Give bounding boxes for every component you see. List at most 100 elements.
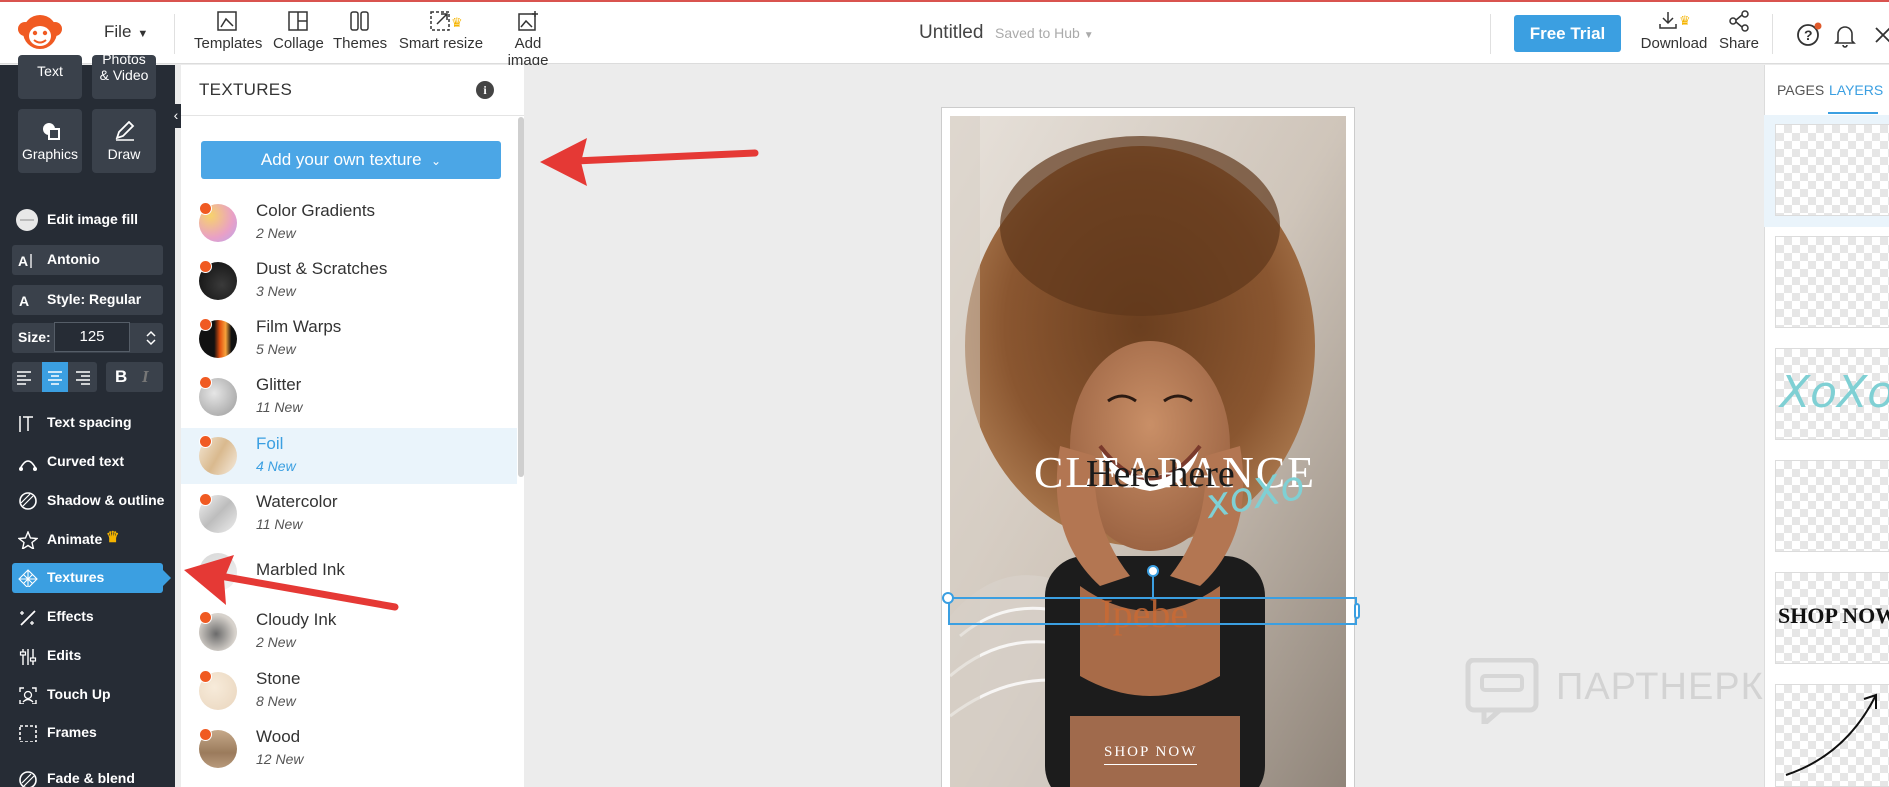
animate-icon (18, 531, 38, 549)
italic-button[interactable]: I (142, 367, 149, 387)
width-handle[interactable] (1354, 603, 1360, 619)
texture-item-wood[interactable]: Wood 12 New (181, 721, 517, 777)
graphics-label: Graphics (21, 146, 79, 162)
sidebar-item-label: Animate (47, 531, 103, 547)
new-badge-dot (199, 670, 212, 683)
texture-new-count: 4 New (256, 458, 296, 474)
texture-name: Color Gradients (256, 201, 376, 220)
size-stepper-icon[interactable] (145, 329, 157, 347)
close-icon[interactable] (1870, 22, 1889, 50)
style-icon: A (19, 293, 29, 309)
texture-item-glitter[interactable]: Glitter 11 New (181, 369, 517, 425)
active-tab-indicator (1828, 112, 1878, 114)
themes-label: Themes (333, 35, 388, 52)
annotation-arrow-icon (540, 138, 759, 186)
sidebar-item-curved-text[interactable]: Curved text (12, 447, 163, 477)
selection-box[interactable] (948, 597, 1357, 625)
texture-item-stone[interactable]: Stone 8 New (181, 663, 517, 719)
crown-icon: ♛ (106, 529, 120, 546)
font-style-label: Style: Regular (47, 291, 142, 307)
chevron-down-icon: ▼ (137, 28, 149, 40)
tab-layers[interactable]: LAYERS (1829, 82, 1883, 98)
sidebar-item-effects[interactable]: Effects (12, 602, 163, 632)
font-size-input[interactable]: 125 (54, 322, 130, 352)
bell-icon[interactable] (1831, 22, 1859, 50)
font-selector[interactable]: A Antonio (12, 245, 163, 275)
smart-resize-button[interactable]: ♛ Smart resize (398, 10, 484, 52)
texture-item-color-gradients[interactable]: Color Gradients 2 New (181, 195, 517, 251)
collage-label: Collage (273, 35, 324, 52)
layer-thumbnail-arrow[interactable] (1775, 684, 1889, 787)
text-format-group: B I (106, 362, 163, 392)
picmonkey-editor: File ▼ Templates Collage Themes ♛ Smart r… (0, 0, 1889, 787)
collage-button[interactable]: Collage (273, 10, 324, 52)
curved-arrow-icon (1785, 693, 1877, 776)
sidebar-item-frames[interactable]: Frames (12, 718, 163, 748)
sidebar-item-animate[interactable]: Animate ♛ (12, 525, 163, 555)
monkey-logo-icon[interactable] (18, 12, 62, 52)
photos-video-tile[interactable]: Photos & Video (92, 51, 156, 99)
shadow-outline-icon (19, 492, 37, 510)
tab-pages[interactable]: PAGES (1777, 82, 1824, 98)
layer-preview-text: XoXo (1780, 367, 1889, 418)
document-title[interactable]: Untitled (919, 22, 983, 44)
layer-thumbnail[interactable] (1775, 236, 1889, 328)
graphics-tile[interactable]: Graphics (18, 109, 82, 173)
alignment-group (12, 362, 97, 392)
add-image-button[interactable]: Add image (493, 10, 563, 69)
templates-button[interactable]: Templates (194, 10, 262, 52)
font-style-selector[interactable]: A Style: Regular (12, 285, 163, 315)
layer-preview-text: SHOP NOW (1778, 603, 1889, 628)
sidebar-item-label: Text spacing (47, 414, 132, 430)
download-button[interactable]: ♛ Download (1639, 10, 1709, 52)
sidebar-item-label: Effects (47, 608, 94, 624)
share-label: Share (1718, 35, 1760, 52)
panel-title: TEXTURES (199, 80, 293, 99)
free-trial-button[interactable]: Free Trial (1514, 15, 1621, 52)
file-menu[interactable]: File ▼ (104, 22, 148, 42)
canvas-shop-now-text[interactable]: SHOP NOW (1104, 744, 1198, 765)
sidebar-item-label: Shadow & outline (47, 492, 165, 508)
texture-item-foil[interactable]: Foil 4 New (181, 428, 517, 484)
sidebar-item-fade-blend[interactable]: Fade & blend (12, 764, 163, 787)
align-center-button[interactable] (42, 362, 68, 392)
help-icon[interactable]: ? (1795, 22, 1823, 50)
texture-new-count: 2 New (256, 634, 296, 650)
edit-image-fill-button[interactable]: Edit image fill (12, 205, 163, 235)
sidebar-item-label: Edits (47, 647, 82, 663)
divider (174, 14, 175, 54)
resize-handle[interactable] (942, 592, 954, 604)
texture-item-film-warps[interactable]: Film Warps 5 New (181, 311, 517, 367)
rotate-handle[interactable] (1147, 565, 1159, 577)
share-button[interactable]: Share (1716, 10, 1762, 52)
texture-item-watercolor[interactable]: Watercolor 11 New (181, 486, 517, 542)
text-tool-tile[interactable]: Text (18, 55, 82, 99)
sidebar-item-textures[interactable]: Textures (12, 563, 171, 593)
sidebar-item-touch-up[interactable]: Touch Up (12, 680, 163, 710)
align-right-icon[interactable] (75, 369, 91, 385)
info-icon[interactable]: i (476, 81, 494, 99)
chevron-left-icon: ‹ (173, 107, 179, 123)
themes-icon (350, 11, 369, 31)
align-left-icon[interactable] (16, 369, 32, 385)
texture-name: Glitter (256, 375, 302, 394)
bold-button[interactable]: B (115, 367, 127, 387)
layer-thumbnail[interactable] (1775, 460, 1889, 552)
new-badge-dot (199, 728, 212, 741)
sidebar-item-shadow-outline[interactable]: Shadow & outline (12, 486, 165, 516)
add-texture-button[interactable]: Add your own texture ⌄ (201, 141, 501, 179)
draw-label: Draw (107, 146, 141, 162)
sidebar-item-text-spacing[interactable]: Text spacing (12, 408, 163, 438)
layer-thumbnail-shop-now[interactable]: SHOP NOW (1775, 572, 1889, 664)
sidebar-item-edits[interactable]: Edits (12, 641, 163, 671)
texture-item-dust-scratches[interactable]: Dust & Scratches 3 New (181, 253, 517, 309)
layer-thumbnail-xoxo[interactable]: XoXo (1775, 348, 1889, 440)
save-status[interactable]: Saved to Hub ▼ (995, 25, 1094, 41)
touch-up-icon (19, 687, 37, 704)
texture-name: Foil (256, 434, 284, 453)
themes-button[interactable]: Themes (333, 10, 387, 52)
svg-text:A: A (19, 293, 29, 309)
frames-icon (19, 725, 37, 742)
layer-thumbnail[interactable] (1775, 124, 1889, 216)
draw-tile[interactable]: Draw (92, 109, 156, 173)
